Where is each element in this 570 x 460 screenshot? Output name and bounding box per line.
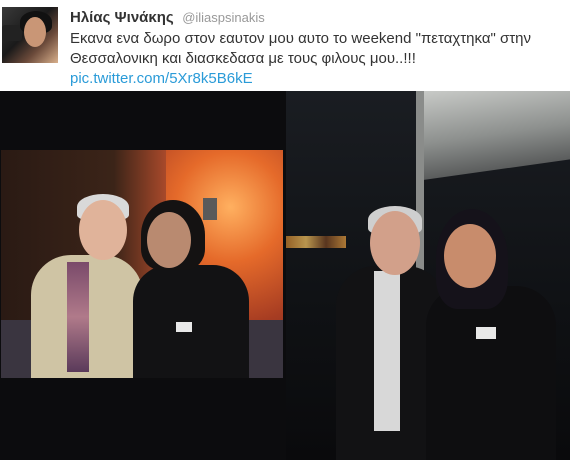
tweet-photo[interactable] <box>0 91 570 460</box>
camera-shape <box>2 25 22 41</box>
tweet-text: Εκανα ενα δωρο στον εαυτον μου αυτο το w… <box>70 30 532 67</box>
avatar[interactable] <box>2 7 58 63</box>
man-head <box>79 200 127 260</box>
pocket-square <box>176 322 192 332</box>
wall-lamp <box>203 198 217 220</box>
author-handle[interactable]: @iliaspsinakis <box>182 10 265 25</box>
tweet-photo-link[interactable]: pic.twitter.com/5Xr8k5B6kE <box>70 70 253 87</box>
photo-right <box>286 91 570 460</box>
person-head <box>444 224 496 288</box>
person-body <box>426 286 556 460</box>
photo-left <box>1 150 283 378</box>
awning <box>416 91 570 181</box>
author-line: Ηλίας Ψινάκης @iliaspsinakis <box>70 9 265 27</box>
scarf <box>67 262 89 372</box>
pocket-square <box>476 327 496 339</box>
man-shirt <box>374 271 400 431</box>
man-head <box>370 211 420 275</box>
author-name[interactable]: Ηλίας Ψινάκης <box>70 9 174 26</box>
tweet-header: Ηλίας Ψινάκης @iliaspsinakis Εκανα ενα δ… <box>0 0 570 91</box>
avatar-face <box>24 17 46 47</box>
person-head <box>147 212 191 268</box>
city-lights <box>286 236 346 248</box>
